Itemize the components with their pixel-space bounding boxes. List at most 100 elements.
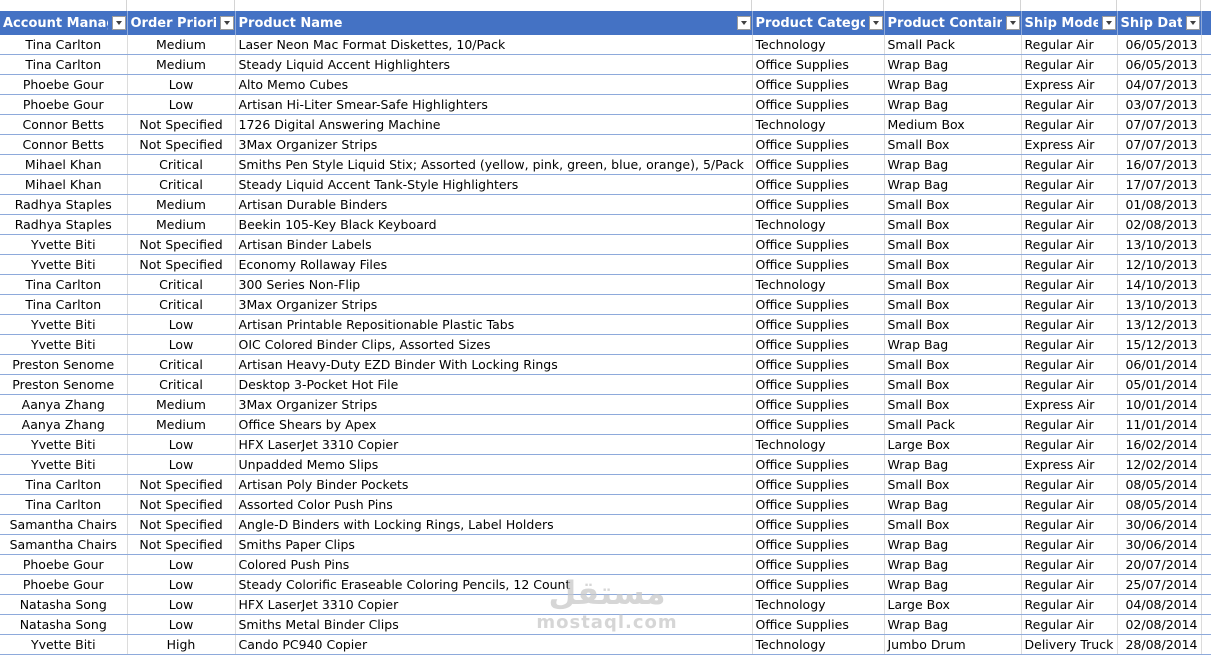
cell-date[interactable]: 04/07/2013	[1117, 74, 1202, 95]
cell-product[interactable]: 3Max Organizer Strips	[235, 394, 753, 415]
cell-category[interactable]: Office Supplies	[752, 174, 885, 195]
cell-priority[interactable]: Not Specified	[127, 514, 236, 535]
cell-manager[interactable]: Natasha Song	[0, 594, 128, 615]
cell-product[interactable]: Assorted Color Push Pins	[235, 494, 753, 515]
cell-manager[interactable]: Phoebe Gour	[0, 94, 128, 115]
cell-container[interactable]: Small Box	[884, 214, 1022, 235]
cell-container[interactable]: Small Box	[884, 234, 1022, 255]
cell-extra[interactable]	[1201, 494, 1211, 515]
cell-category[interactable]: Technology	[752, 634, 885, 655]
cell-extra[interactable]	[1201, 354, 1211, 375]
cell-mode[interactable]: Regular Air	[1021, 214, 1118, 235]
filter-dropdown-icon[interactable]	[111, 16, 126, 30]
cell-category[interactable]: Office Supplies	[752, 234, 885, 255]
cell-product[interactable]: Steady Liquid Accent Tank-Style Highligh…	[235, 174, 753, 195]
cell-priority[interactable]: Critical	[127, 374, 236, 395]
cell-manager[interactable]: Connor Betts	[0, 114, 128, 135]
cell-mode[interactable]: Regular Air	[1021, 114, 1118, 135]
cell-mode[interactable]: Regular Air	[1021, 614, 1118, 635]
cell-container[interactable]: Small Box	[884, 374, 1022, 395]
cell-extra[interactable]	[1201, 114, 1211, 135]
column-header-extra[interactable]: C	[1201, 11, 1211, 35]
cell-date[interactable]: 03/07/2013	[1117, 94, 1202, 115]
cell-date[interactable]: 08/05/2014	[1117, 474, 1202, 495]
cell-container[interactable]: Wrap Bag	[884, 554, 1022, 575]
cell-manager[interactable]: Tina Carlton	[0, 294, 128, 315]
cell-container[interactable]: Wrap Bag	[884, 574, 1022, 595]
cell-category[interactable]: Office Supplies	[752, 194, 885, 215]
cell-category[interactable]: Office Supplies	[752, 534, 885, 555]
cell-mode[interactable]: Regular Air	[1021, 474, 1118, 495]
cell-priority[interactable]: Not Specified	[127, 474, 236, 495]
cell-category[interactable]: Office Supplies	[752, 334, 885, 355]
cell-mode[interactable]: Regular Air	[1021, 294, 1118, 315]
cell-date[interactable]: 02/08/2013	[1117, 214, 1202, 235]
cell-extra[interactable]	[1201, 554, 1211, 575]
cell-date[interactable]: 01/08/2013	[1117, 194, 1202, 215]
cell-category[interactable]: Office Supplies	[752, 134, 885, 155]
cell-extra[interactable]	[1201, 314, 1211, 335]
filter-dropdown-icon[interactable]	[1101, 16, 1116, 30]
cell-priority[interactable]: Low	[127, 94, 236, 115]
cell-product[interactable]: Desktop 3-Pocket Hot File	[235, 374, 753, 395]
cell-manager[interactable]: Aanya Zhang	[0, 394, 128, 415]
cell-mode[interactable]: Regular Air	[1021, 174, 1118, 195]
cell-category[interactable]: Technology	[752, 114, 885, 135]
cell-container[interactable]: Wrap Bag	[884, 454, 1022, 475]
cell-product[interactable]: Artisan Poly Binder Pockets	[235, 474, 753, 495]
cell-date[interactable]: 02/08/2014	[1117, 614, 1202, 635]
cell-container[interactable]: Small Box	[884, 274, 1022, 295]
cell-date[interactable]: 16/07/2013	[1117, 154, 1202, 175]
filter-dropdown-icon[interactable]	[1185, 16, 1200, 30]
cell-priority[interactable]: Low	[127, 74, 236, 95]
cell-date[interactable]: 20/07/2014	[1117, 554, 1202, 575]
cell-mode[interactable]: Regular Air	[1021, 574, 1118, 595]
column-header-mode[interactable]: Ship Mode	[1021, 11, 1118, 35]
cell-priority[interactable]: Low	[127, 434, 236, 455]
cell-product[interactable]: 300 Series Non-Flip	[235, 274, 753, 295]
cell-date[interactable]: 30/06/2014	[1117, 514, 1202, 535]
cell-extra[interactable]	[1201, 294, 1211, 315]
cell-date[interactable]: 07/07/2013	[1117, 134, 1202, 155]
cell-product[interactable]: HFX LaserJet 3310 Copier	[235, 434, 753, 455]
cell-product[interactable]: Cando PC940 Copier	[235, 634, 753, 655]
cell-mode[interactable]: Regular Air	[1021, 194, 1118, 215]
cell-date[interactable]: 12/02/2014	[1117, 454, 1202, 475]
cell-product[interactable]: 1726 Digital Answering Machine	[235, 114, 753, 135]
cell-product[interactable]: Economy Rollaway Files	[235, 254, 753, 275]
cell-product[interactable]: OIC Colored Binder Clips, Assorted Sizes	[235, 334, 753, 355]
column-header-category[interactable]: Product Category	[752, 11, 885, 35]
cell-category[interactable]: Office Supplies	[752, 474, 885, 495]
cell-manager[interactable]: Tina Carlton	[0, 274, 128, 295]
cell-mode[interactable]: Regular Air	[1021, 554, 1118, 575]
filter-dropdown-icon[interactable]	[868, 16, 883, 30]
cell-mode[interactable]: Regular Air	[1021, 514, 1118, 535]
cell-extra[interactable]	[1201, 614, 1211, 635]
cell-product[interactable]: Steady Liquid Accent Highlighters	[235, 54, 753, 75]
cell-category[interactable]: Technology	[752, 35, 885, 55]
cell-container[interactable]: Small Box	[884, 354, 1022, 375]
filter-dropdown-icon[interactable]	[219, 16, 234, 30]
cell-extra[interactable]	[1201, 394, 1211, 415]
cell-date[interactable]: 25/07/2014	[1117, 574, 1202, 595]
cell-manager[interactable]: Yvette Biti	[0, 454, 128, 475]
cell-container[interactable]: Wrap Bag	[884, 154, 1022, 175]
cell-priority[interactable]: Critical	[127, 294, 236, 315]
cell-extra[interactable]	[1201, 434, 1211, 455]
cell-date[interactable]: 17/07/2013	[1117, 174, 1202, 195]
cell-priority[interactable]: Low	[127, 614, 236, 635]
cell-extra[interactable]	[1201, 35, 1211, 55]
column-header-priority[interactable]: Order Priority	[127, 11, 236, 35]
cell-extra[interactable]	[1201, 634, 1211, 655]
cell-extra[interactable]	[1201, 274, 1211, 295]
cell-extra[interactable]	[1201, 234, 1211, 255]
cell-manager[interactable]: Tina Carlton	[0, 54, 128, 75]
cell-category[interactable]: Office Supplies	[752, 54, 885, 75]
cell-extra[interactable]	[1201, 334, 1211, 355]
cell-extra[interactable]	[1201, 194, 1211, 215]
cell-container[interactable]: Small Box	[884, 294, 1022, 315]
cell-mode[interactable]: Regular Air	[1021, 334, 1118, 355]
cell-product[interactable]: 3Max Organizer Strips	[235, 134, 753, 155]
cell-container[interactable]: Medium Box	[884, 114, 1022, 135]
cell-date[interactable]: 05/01/2014	[1117, 374, 1202, 395]
